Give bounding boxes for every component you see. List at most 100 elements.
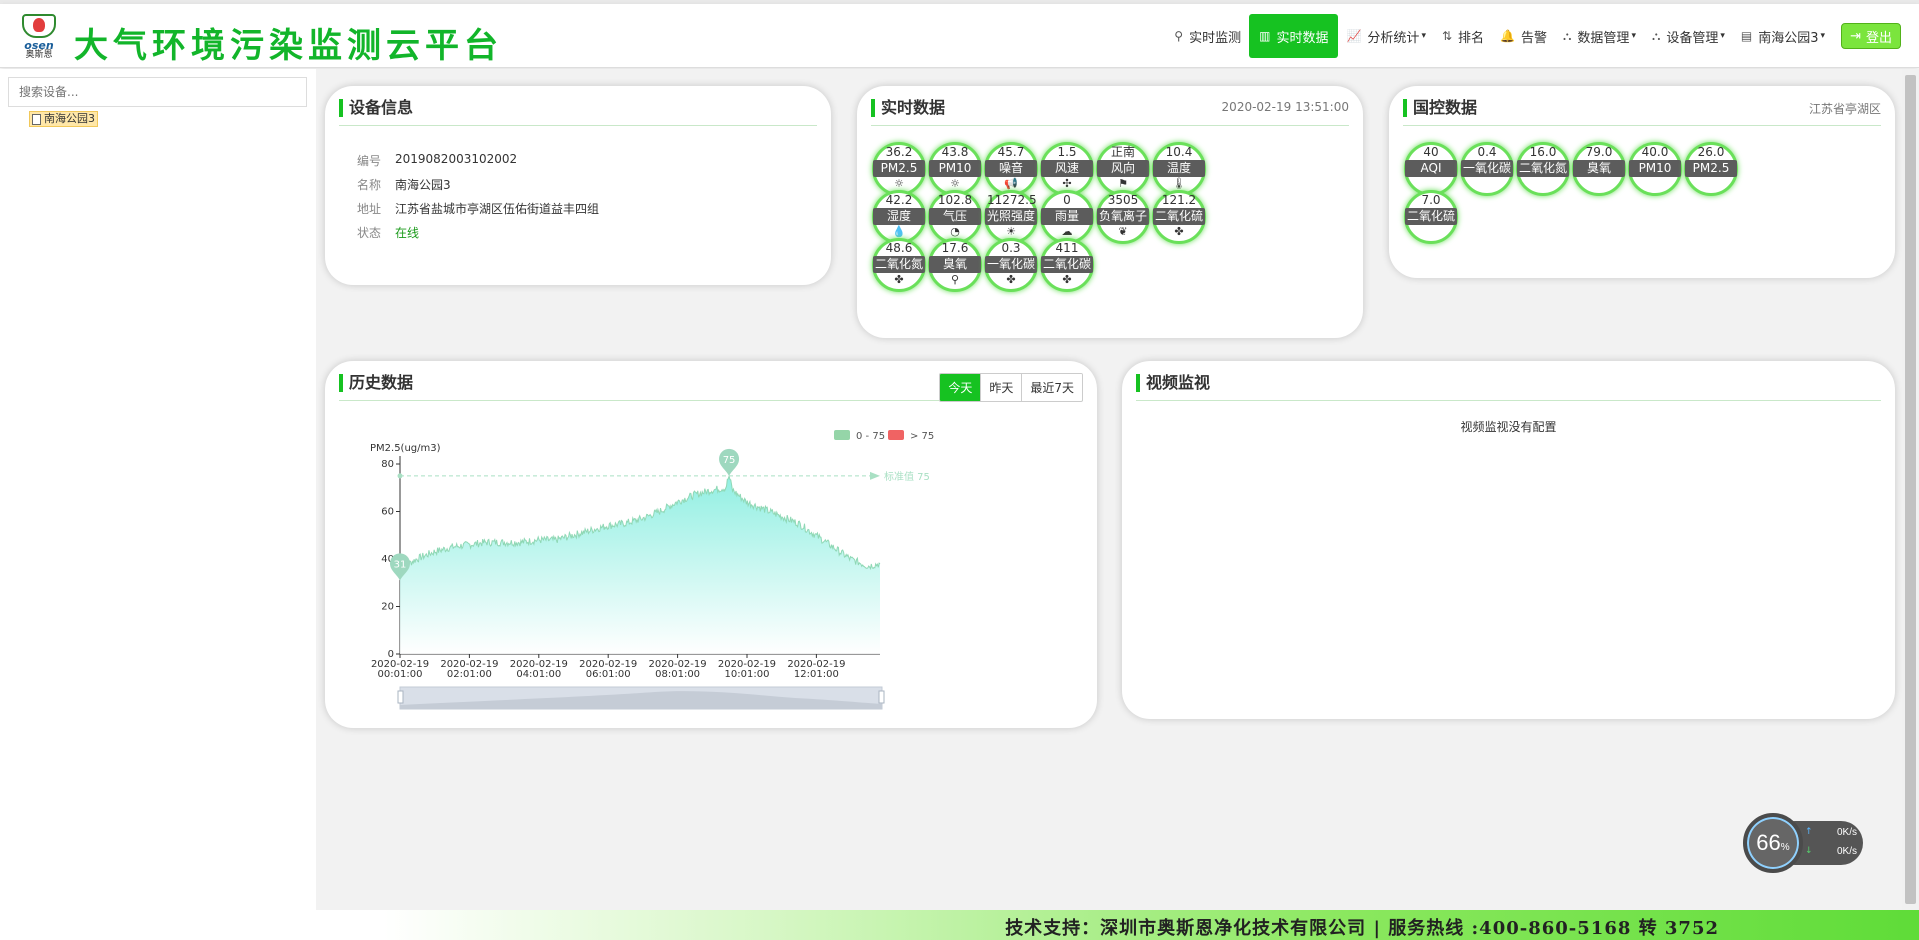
gauge-10[interactable]: 0 雨量 ☁: [1040, 190, 1094, 244]
gauge-5[interactable]: 正南 风向 ⚑: [1096, 142, 1150, 196]
card-header: 国控数据 江苏省亭湖区: [1403, 96, 1881, 126]
gauge-sensor-icon: ❦: [1118, 225, 1128, 238]
gauge-12[interactable]: 121.2 二氧化硫 ✤: [1152, 190, 1206, 244]
gauge-3[interactable]: 45.7 噪音 📢: [984, 142, 1038, 196]
markline-start-dot: [397, 473, 403, 479]
x-tick-label-time: 04:01:00: [516, 669, 561, 680]
gauge-1[interactable]: 40 AQI: [1404, 142, 1458, 196]
gauge-label: 负氧离子: [1097, 208, 1149, 225]
gauge-label: PM2.5: [873, 160, 925, 177]
realtime-data-title: 实时数据: [871, 99, 945, 117]
national-data-title: 国控数据: [1403, 99, 1477, 117]
gauge-sensor-icon: ✤: [894, 273, 904, 286]
legend-label-normal: 0 - 75: [856, 431, 885, 442]
main-content: 设备信息 编号 2019082003102002 名称 南海公园3 地址 江苏省…: [316, 69, 1902, 910]
gauge-value: 79.0: [1585, 145, 1613, 159]
nav-item-label: 排名: [1458, 30, 1485, 46]
gauge-label: 光照强度: [985, 208, 1037, 225]
bar-chart-icon: ▥: [1259, 29, 1271, 43]
legend-swatch-normal: [834, 430, 850, 440]
realtime-data-card: 实时数据 2020-02-19 13:51:00 36.2 PM2.5 ☼ 43.8 P…: [857, 86, 1363, 338]
gauge-value: 42.2: [885, 193, 913, 207]
gauge-7[interactable]: 7.0 二氧化硫: [1404, 190, 1458, 244]
gauge-2[interactable]: 43.8 PM10 ☼: [928, 142, 982, 196]
gauge-label: 噪音: [985, 160, 1037, 177]
nav-item-analysis[interactable]: 📈 分析统计 ▾: [1338, 14, 1434, 58]
gauge-13[interactable]: 48.6 二氧化氮 ✤: [872, 238, 926, 292]
gauge-5[interactable]: 40.0 PM10: [1628, 142, 1682, 196]
info-row-address: 地址 江苏省盐城市亭湖区伍佑街道益丰四组: [357, 200, 599, 217]
info-key: 编号: [357, 154, 382, 168]
gauge-sensor-icon: ✤: [1062, 273, 1072, 286]
video-empty-message: 视频监视没有配置: [1460, 420, 1557, 434]
gauge-label: 臭氧: [929, 256, 981, 273]
markpoint-label: 31: [394, 559, 407, 570]
history-chart[interactable]: 0 - 75 > 75PM2.5(ug/m3)0204060802020-02-1…: [325, 361, 1097, 728]
logout-label: 登出: [1865, 30, 1892, 46]
national-region: 江苏省亭湖区: [1808, 102, 1881, 116]
nav-item-label: 设备管理: [1666, 30, 1719, 46]
caret-down-icon: ▾: [1421, 31, 1426, 41]
gauge-3[interactable]: 16.0 二氧化氮: [1516, 142, 1570, 196]
page-scrollbar[interactable]: [1902, 69, 1919, 910]
document-icon: [32, 113, 41, 125]
id-card-icon: ▤: [1740, 29, 1753, 43]
sidebar: 南海公园3: [0, 69, 316, 910]
nav-item-device-management[interactable]: ⛬ 设备管理 ▾: [1644, 14, 1733, 58]
video-monitor-title: 视频监视: [1136, 374, 1210, 392]
gauge-label: 二氧化碳: [1041, 256, 1093, 273]
gauge-value: 11272.5: [987, 193, 1037, 207]
legend-swatch-over: [888, 430, 904, 440]
gauge-4[interactable]: 1.5 风速 ✣: [1040, 142, 1094, 196]
gauge-label: AQI: [1405, 160, 1457, 177]
nav-item-ranking[interactable]: ⇅ 排名: [1434, 14, 1492, 58]
gauge-7[interactable]: 42.2 湿度 💧: [872, 190, 926, 244]
series-area: [400, 476, 880, 654]
markline-arrow: [870, 471, 880, 480]
gauge-8[interactable]: 102.8 气压 ◔: [928, 190, 982, 244]
data-zoom-handle-right: [878, 690, 885, 704]
gauge-11[interactable]: 3505 负氧离子 ❦: [1096, 190, 1150, 244]
info-value: 2019082003102002: [395, 152, 518, 166]
nav-item-data-management[interactable]: ⛬ 数据管理 ▾: [1555, 14, 1644, 58]
gauge-value: 121.2: [1161, 193, 1197, 207]
gauge-9[interactable]: 11272.5 光照强度 ☀: [984, 190, 1038, 244]
gauge-sensor-icon: ✤: [1006, 273, 1016, 286]
gauge-14[interactable]: 17.6 臭氧 ⚲: [928, 238, 982, 292]
scrollbar-thumb[interactable]: [1905, 75, 1916, 904]
gauge-sensor-icon: ☀: [1006, 225, 1016, 238]
nav-item-alarm[interactable]: 🔔 告警: [1492, 14, 1555, 58]
info-value: 江苏省盐城市亭湖区伍佑街道益丰四组: [395, 202, 600, 216]
tree-node-device[interactable]: 南海公园3: [29, 111, 98, 127]
gauge-sensor-icon: ☼: [894, 177, 904, 190]
gauge-15[interactable]: 0.3 一氧化碳 ✤: [984, 238, 1038, 292]
gauge-1[interactable]: 36.2 PM2.5 ☼: [872, 142, 926, 196]
data-zoom-handle-left: [397, 690, 404, 704]
nav-item-current-device[interactable]: ▤ 南海公园3 ▾: [1733, 14, 1833, 58]
usage-percent: 66: [1756, 830, 1781, 855]
gauge-label: 风速: [1041, 160, 1093, 177]
device-search-input[interactable]: [8, 77, 307, 107]
nav-item-label: 分析统计: [1367, 30, 1420, 46]
nav-item-label: 数据管理: [1577, 30, 1630, 46]
nav-item-realtime-monitor[interactable]: ⚲ 实时监测: [1166, 14, 1249, 58]
gauge-6[interactable]: 26.0 PM2.5: [1684, 142, 1738, 196]
x-tick-label-time: 08:01:00: [655, 669, 700, 680]
gauge-sensor-icon: ⚲: [950, 273, 960, 286]
gauge-4[interactable]: 79.0 臭氧: [1572, 142, 1626, 196]
gauge-2[interactable]: 0.4 一氧化碳: [1460, 142, 1514, 196]
sign-out-icon: ⇥: [1850, 28, 1861, 44]
gauge-16[interactable]: 411 二氧化碳 ✤: [1040, 238, 1094, 292]
gauge-label: PM10: [1629, 160, 1681, 177]
gauge-value: 48.6: [885, 241, 913, 255]
nav-item-realtime-data[interactable]: ▥ 实时数据: [1249, 14, 1339, 58]
device-info-title: 设备信息: [339, 99, 413, 117]
gauge-6[interactable]: 10.4 温度 🌡: [1152, 142, 1206, 196]
gauge-label: 湿度: [873, 208, 925, 225]
logout-button[interactable]: ⇥ 登出: [1841, 23, 1901, 49]
gauge-value: 40: [1423, 145, 1439, 159]
y-axis-label: PM2.5(ug/m3): [370, 443, 441, 454]
gauge-value: 0: [1063, 193, 1071, 207]
legend-label-over: > 75: [910, 431, 934, 442]
x-tick-label-time: 10:01:00: [725, 669, 770, 680]
